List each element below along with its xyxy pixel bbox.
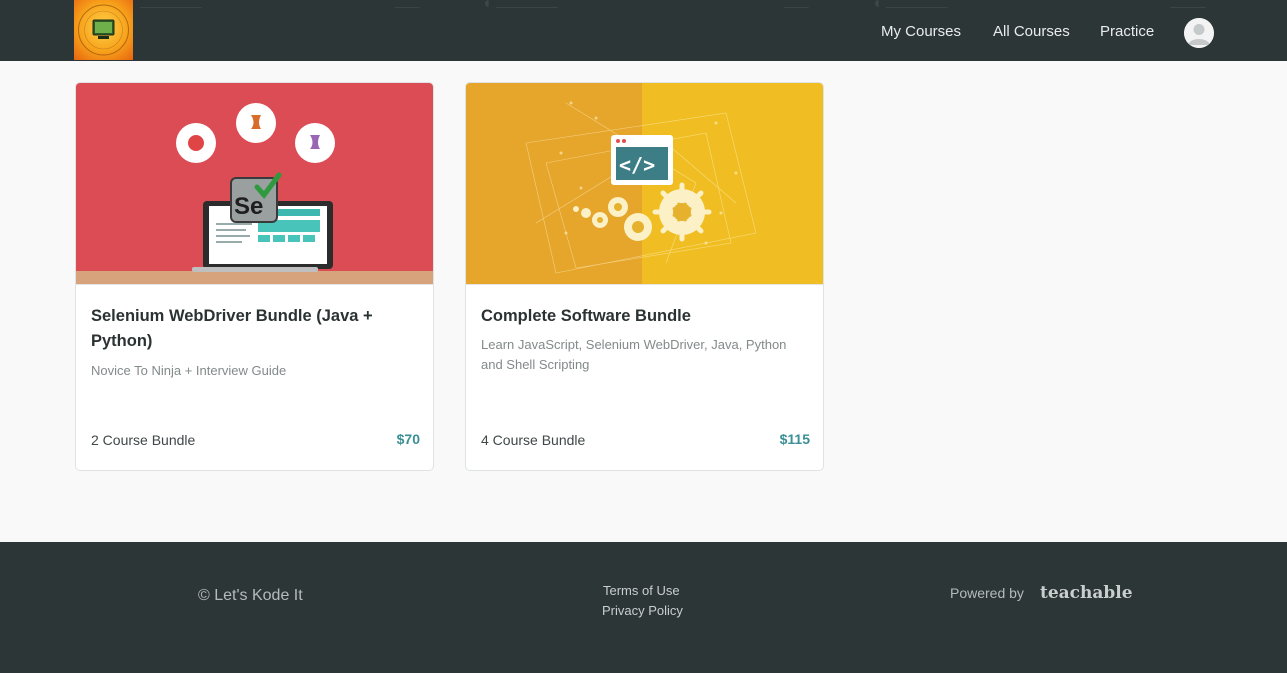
- site-logo[interactable]: [74, 0, 133, 60]
- user-avatar-icon: [1184, 18, 1214, 48]
- selenium-banner-illustration: Se: [76, 83, 433, 284]
- course-card-selenium-bundle[interactable]: Se Selenium WebDriver Bundle (Java + Pyt…: [75, 82, 434, 471]
- course-banner-software: </>: [466, 83, 823, 285]
- footer-privacy-link[interactable]: Privacy Policy: [602, 603, 683, 619]
- course-price: $115: [779, 431, 810, 447]
- course-bundle-count: 4 Course Bundle: [481, 432, 586, 448]
- nav-all-courses[interactable]: All Courses: [993, 22, 1070, 41]
- course-subtitle: Learn JavaScript, Selenium WebDriver, Ja…: [481, 337, 787, 372]
- user-avatar[interactable]: [1184, 18, 1214, 48]
- course-title[interactable]: Complete Software Bundle: [481, 304, 801, 329]
- course-subtitle: Novice To Ninja + Interview Guide: [91, 363, 287, 378]
- footer-terms-link[interactable]: Terms of Use: [603, 583, 680, 599]
- faded-header-text: ▂▂▂▂▂: [140, 0, 210, 8]
- nav-practice[interactable]: Practice: [1100, 22, 1154, 41]
- course-price: $70: [396, 431, 420, 447]
- footer-powered-by: Powered by: [950, 585, 1024, 601]
- faded-header-text: ▂▂: [784, 0, 814, 8]
- course-banner-selenium: Se: [76, 83, 433, 285]
- course-bundle-count: 2 Course Bundle: [91, 432, 196, 448]
- teachable-brand-link[interactable]: teachable: [1040, 582, 1133, 604]
- logo-graphic: [78, 4, 129, 56]
- footer-copyright: © Let's Kode It: [198, 587, 303, 604]
- top-navbar: ▂▂▂▂▂ ▂▂ ◖ ▂▂▂▂▂ ▂▂ ◖ ▂▂▂▂▂ ▂▂▂ My Cours…: [0, 0, 1287, 61]
- faded-header-text: ◖ ▂▂▂▂▂: [482, 0, 597, 8]
- faded-header-text: ◖ ▂▂▂▂▂: [872, 0, 987, 8]
- faded-header-text: ▂▂▂: [1170, 0, 1206, 8]
- svg-text:Se: Se: [234, 193, 263, 220]
- site-footer: © Let's Kode It Terms of Use Privacy Pol…: [0, 542, 1287, 673]
- course-title[interactable]: Selenium WebDriver Bundle (Java + Python…: [91, 304, 411, 354]
- faded-header-text: ▂▂: [395, 0, 425, 8]
- software-banner-illustration: </>: [466, 83, 823, 284]
- svg-text:</>: </>: [619, 153, 655, 177]
- course-card-complete-software-bundle[interactable]: </> Complete Software Bundle Learn JavaS…: [465, 82, 824, 471]
- nav-my-courses[interactable]: My Courses: [881, 22, 961, 41]
